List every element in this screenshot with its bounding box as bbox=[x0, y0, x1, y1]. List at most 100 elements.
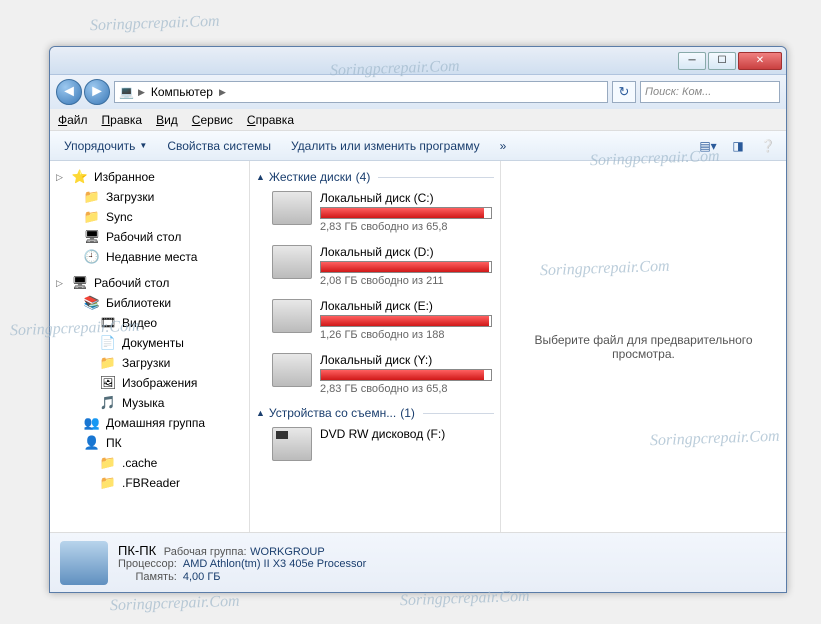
search-input[interactable]: Поиск: Ком... bbox=[640, 81, 780, 103]
back-button[interactable]: ◄ bbox=[56, 79, 82, 105]
details-title: ПК-ПК Рабочая группа: WORKGROUP bbox=[118, 543, 366, 558]
nav-lib-video[interactable]: 🎞Видео bbox=[50, 313, 249, 333]
folder-icon: 📁 bbox=[84, 189, 100, 205]
help-button[interactable]: ❔ bbox=[756, 135, 780, 157]
nav-homegroup[interactable]: 👥Домашняя группа bbox=[50, 413, 249, 433]
collapse-icon: ▲ bbox=[256, 172, 265, 182]
chevron-right-icon: ▶ bbox=[138, 87, 145, 98]
chevron-right-icon: ▶ bbox=[219, 87, 226, 98]
memory-value: 4,00 ГБ bbox=[183, 571, 366, 583]
video-icon: 🎞 bbox=[100, 315, 116, 331]
drive-item[interactable]: Локальный диск (E:) 1,26 ГБ свободно из 1… bbox=[254, 295, 496, 349]
search-placeholder: Поиск: Ком... bbox=[645, 86, 711, 98]
content-pane: ▲ Жесткие диски (4) Локальный диск (C:) 2… bbox=[250, 161, 500, 532]
desktop-icon: 🖥 bbox=[72, 275, 88, 291]
menu-file[interactable]: Файл bbox=[58, 113, 88, 127]
drive-usage-bar bbox=[320, 315, 492, 327]
explorer-window: ─ ☐ ✕ ◄ ► 💻 ▶ Компьютер ▶ ↻ Поиск: Ком..… bbox=[49, 46, 787, 593]
computer-icon: 💻 bbox=[119, 85, 134, 99]
user-icon: 👤 bbox=[84, 435, 100, 451]
memory-label: Память: bbox=[118, 571, 177, 583]
drive-free-text: 1,26 ГБ свободно из 188 bbox=[320, 329, 492, 341]
address-bar: ◄ ► 💻 ▶ Компьютер ▶ ↻ Поиск: Ком... bbox=[50, 75, 786, 109]
menu-tools[interactable]: Сервис bbox=[192, 113, 233, 127]
nav-sync[interactable]: 📁Sync bbox=[50, 207, 249, 227]
menu-help[interactable]: Справка bbox=[247, 113, 294, 127]
folder-icon: 📁 bbox=[100, 475, 116, 491]
nav-lib-music[interactable]: 🎵Музыка bbox=[50, 393, 249, 413]
drive-free-text: 2,08 ГБ свободно из 211 bbox=[320, 275, 492, 287]
folder-icon: 📁 bbox=[100, 355, 116, 371]
homegroup-icon: 👥 bbox=[84, 415, 100, 431]
drive-usage-bar bbox=[320, 369, 492, 381]
drive-free-text: 2,83 ГБ свободно из 65,8 bbox=[320, 221, 492, 233]
uninstall-program-button[interactable]: Удалить или изменить программу bbox=[283, 136, 488, 156]
minimize-button[interactable]: ─ bbox=[678, 52, 706, 70]
group-removable[interactable]: ▲ Устройства со съемн... (1) bbox=[254, 403, 496, 423]
titlebar: ─ ☐ ✕ bbox=[50, 47, 786, 75]
dvd-drive-icon bbox=[272, 427, 312, 461]
chevron-down-icon: ▼ bbox=[139, 141, 147, 150]
preview-empty-text: Выберите файл для предварительного просм… bbox=[511, 333, 776, 361]
drive-usage-bar bbox=[320, 207, 492, 219]
nav-recent[interactable]: 🕘Недавние места bbox=[50, 247, 249, 267]
menubar: Файл Правка Вид Сервис Справка bbox=[50, 109, 786, 131]
drive-label: Локальный диск (Y:) bbox=[320, 353, 492, 367]
hard-disk-icon bbox=[272, 299, 312, 333]
cpu-label: Процессор: bbox=[118, 558, 177, 570]
details-pane: ПК-ПК Рабочая группа: WORKGROUP Процессо… bbox=[50, 532, 786, 592]
drive-label: Локальный диск (E:) bbox=[320, 299, 492, 313]
refresh-button[interactable]: ↻ bbox=[612, 81, 636, 103]
drive-label: Локальный диск (C:) bbox=[320, 191, 492, 205]
hard-disk-icon bbox=[272, 353, 312, 387]
view-mode-button[interactable]: ▤▾ bbox=[696, 135, 720, 157]
nav-downloads[interactable]: 📁Загрузки bbox=[50, 187, 249, 207]
nav-pc-fbreader[interactable]: 📁.FBReader bbox=[50, 473, 249, 493]
nav-desktop[interactable]: ▷🖥Рабочий стол bbox=[50, 273, 249, 293]
drive-item[interactable]: Локальный диск (C:) 2,83 ГБ свободно из 6… bbox=[254, 187, 496, 241]
hard-disk-icon bbox=[272, 191, 312, 225]
drive-item[interactable]: Локальный диск (D:) 2,08 ГБ свободно из 2… bbox=[254, 241, 496, 295]
forward-button[interactable]: ► bbox=[84, 79, 110, 105]
nav-pc[interactable]: 👤ПК bbox=[50, 433, 249, 453]
system-properties-button[interactable]: Свойства системы bbox=[159, 136, 279, 156]
nav-lib-downloads[interactable]: 📁Загрузки bbox=[50, 353, 249, 373]
more-commands-button[interactable]: » bbox=[492, 136, 515, 156]
folder-icon: 📁 bbox=[84, 209, 100, 225]
nav-pc-cache[interactable]: 📁.cache bbox=[50, 453, 249, 473]
maximize-button[interactable]: ☐ bbox=[708, 52, 736, 70]
nav-lib-images[interactable]: 🖼Изображения bbox=[50, 373, 249, 393]
drive-label: Локальный диск (D:) bbox=[320, 245, 492, 259]
watermark: Soringpcrepair.Com bbox=[110, 593, 240, 616]
music-icon: 🎵 bbox=[100, 395, 116, 411]
collapse-icon: ▲ bbox=[256, 408, 265, 418]
recent-icon: 🕘 bbox=[84, 249, 100, 265]
breadcrumb-computer[interactable]: Компьютер bbox=[149, 85, 215, 99]
nav-favorites[interactable]: ▷⭐Избранное bbox=[50, 167, 249, 187]
computer-large-icon bbox=[60, 541, 108, 585]
preview-pane: Выберите файл для предварительного просм… bbox=[500, 161, 786, 532]
folder-icon: 📁 bbox=[100, 455, 116, 471]
image-icon: 🖼 bbox=[100, 375, 116, 391]
hard-disk-icon bbox=[272, 245, 312, 279]
drive-dvd[interactable]: DVD RW дисковод (F:) bbox=[254, 423, 496, 469]
libraries-icon: 📚 bbox=[84, 295, 100, 311]
drive-usage-bar bbox=[320, 261, 492, 273]
close-button[interactable]: ✕ bbox=[738, 52, 782, 70]
watermark: Soringpcrepair.Com bbox=[90, 13, 220, 36]
nav-libraries[interactable]: 📚Библиотеки bbox=[50, 293, 249, 313]
drive-item[interactable]: Локальный диск (Y:)2,83 ГБ свободно из 6… bbox=[254, 349, 496, 403]
menu-edit[interactable]: Правка bbox=[102, 113, 143, 127]
desktop-icon: 🖥 bbox=[84, 229, 100, 245]
group-hard-disks[interactable]: ▲ Жесткие диски (4) bbox=[254, 167, 496, 187]
star-icon: ⭐ bbox=[72, 169, 88, 185]
nav-desktop-fav[interactable]: 🖥Рабочий стол bbox=[50, 227, 249, 247]
preview-pane-button[interactable]: ◨ bbox=[726, 135, 750, 157]
nav-lib-documents[interactable]: 📄Документы bbox=[50, 333, 249, 353]
toolbar: Упорядочить ▼ Свойства системы Удалить и… bbox=[50, 131, 786, 161]
organize-button[interactable]: Упорядочить ▼ bbox=[56, 136, 155, 156]
menu-view[interactable]: Вид bbox=[156, 113, 178, 127]
breadcrumb[interactable]: 💻 ▶ Компьютер ▶ bbox=[114, 81, 608, 103]
drive-label: DVD RW дисковод (F:) bbox=[320, 427, 492, 441]
document-icon: 📄 bbox=[100, 335, 116, 351]
